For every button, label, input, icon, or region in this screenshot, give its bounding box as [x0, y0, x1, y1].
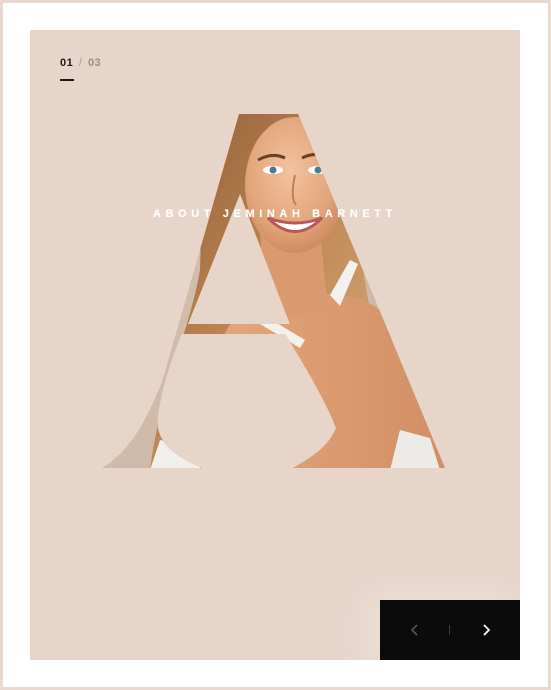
next-slide-button[interactable]	[451, 600, 520, 660]
page: 01 / 03 ABOUT JEMINAH BARNETT	[0, 0, 551, 690]
slide-current: 01	[60, 57, 74, 69]
hero-heading: ABOUT JEMINAH BARNETT	[153, 208, 397, 220]
counter-underline	[60, 79, 74, 81]
hero-letter-photo	[102, 114, 445, 468]
slide-total: 03	[87, 57, 102, 69]
prev-slide-button[interactable]	[380, 600, 449, 660]
nav-divider	[449, 625, 450, 635]
slide-separator: /	[78, 57, 83, 69]
slide-counter: 01 / 03	[60, 57, 101, 69]
slider-nav	[380, 600, 520, 660]
chevron-left-icon	[410, 624, 418, 636]
chevron-right-icon	[482, 624, 490, 636]
hero-panel: 01 / 03 ABOUT JEMINAH BARNETT	[30, 30, 520, 660]
